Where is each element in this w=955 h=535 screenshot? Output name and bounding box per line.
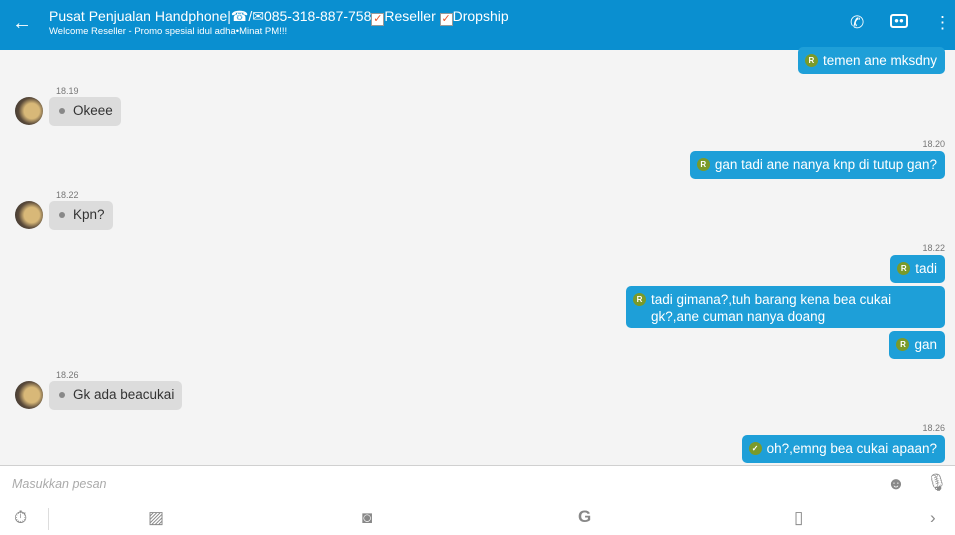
message-input[interactable]: Masukkan pesan bbox=[12, 477, 107, 491]
message-text: tadi gimana?,tuh barang kena bea cukai g… bbox=[651, 292, 892, 324]
timestamp: 18.26 bbox=[922, 423, 945, 433]
message-bubble-in[interactable]: Kpn? bbox=[49, 201, 113, 230]
app-header: ← Pusat Penjualan Handphone|☎/✉085-318-8… bbox=[0, 0, 955, 50]
message-text: oh?,emng bea cukai apaan? bbox=[766, 441, 937, 456]
emoji-add-icon[interactable]: ☻ bbox=[887, 474, 905, 494]
video-chat-icon[interactable]: ●● bbox=[890, 14, 908, 28]
message-text: gan bbox=[914, 337, 937, 352]
reseller-badge-icon: R bbox=[696, 158, 710, 171]
reseller-label: Reseller bbox=[384, 8, 436, 24]
google-icon[interactable]: G bbox=[578, 507, 591, 527]
reseller-badge-icon: R bbox=[896, 338, 910, 351]
chevron-right-icon[interactable]: › bbox=[930, 508, 936, 528]
avatar[interactable] bbox=[15, 381, 43, 409]
composer-bar: Masukkan pesan ☻ 🎙 ⏱ ▨ ◙ G ▯ › bbox=[0, 465, 955, 535]
camera-icon[interactable]: ◙ bbox=[362, 508, 372, 528]
chat-title[interactable]: Pusat Penjualan Handphone|☎/✉085-318-887… bbox=[49, 8, 509, 26]
reseller-badge-icon: R bbox=[633, 293, 646, 306]
timer-icon[interactable]: ⏱ bbox=[14, 508, 27, 528]
reseller-badge-icon: R bbox=[804, 54, 818, 67]
image-icon[interactable]: ▨ bbox=[148, 508, 164, 528]
timestamp: 18.22 bbox=[56, 190, 79, 200]
back-arrow-icon[interactable]: ← bbox=[12, 12, 32, 35]
more-menu-icon[interactable]: ⋮ bbox=[934, 13, 951, 33]
message-text: gan tadi ane nanya knp di tutup gan? bbox=[714, 157, 937, 172]
checkbox-icon: ✓ bbox=[371, 13, 385, 26]
message-bubble-out[interactable]: Rgan tadi ane nanya knp di tutup gan? bbox=[689, 151, 945, 179]
checkbox-icon: ✓ bbox=[439, 13, 453, 26]
avatar[interactable] bbox=[15, 201, 43, 229]
divider bbox=[48, 508, 49, 530]
message-text: Gk ada beacukai bbox=[73, 387, 175, 402]
message-bubble-out[interactable]: ✓ oh?,emng bea cukai apaan? bbox=[741, 435, 945, 463]
chat-subtitle: Welcome Reseller - Promo spesial idul ad… bbox=[49, 26, 288, 37]
message-bubble-out[interactable]: Rgan bbox=[889, 331, 945, 359]
contact-name: Pusat Penjualan Handphone|☎/✉085-318-887… bbox=[49, 8, 372, 24]
message-bubble-out[interactable]: Rtadi bbox=[890, 255, 945, 283]
timestamp: 18.19 bbox=[56, 86, 79, 96]
status-dot-icon bbox=[59, 392, 65, 398]
message-bubble-out[interactable]: Rtadi gimana?,tuh barang kena bea cukai … bbox=[626, 286, 945, 328]
microphone-icon[interactable]: 🎙 bbox=[926, 473, 948, 493]
message-text: Okeee bbox=[73, 103, 113, 118]
message-text: temen ane mksdny bbox=[822, 53, 937, 68]
message-text: tadi bbox=[915, 261, 937, 276]
file-icon[interactable]: ▯ bbox=[794, 508, 803, 528]
reseller-badge-icon: R bbox=[897, 262, 911, 275]
message-bubble-out[interactable]: Rtemen ane mksdny bbox=[797, 47, 945, 74]
sent-check-icon: ✓ bbox=[748, 442, 762, 455]
message-text: Kpn? bbox=[73, 207, 105, 222]
status-dot-icon bbox=[59, 108, 65, 114]
message-bubble-in[interactable]: Okeee bbox=[49, 97, 121, 126]
timestamp: 18.22 bbox=[922, 243, 945, 253]
message-bubble-in[interactable]: Gk ada beacukai bbox=[49, 381, 183, 410]
timestamp: 18.20 bbox=[922, 139, 945, 149]
status-dot-icon bbox=[59, 212, 65, 218]
avatar[interactable] bbox=[15, 97, 43, 125]
phone-icon[interactable]: ✆ bbox=[850, 13, 864, 33]
dropship-label: Dropship bbox=[452, 8, 509, 24]
timestamp: 18.26 bbox=[56, 370, 79, 380]
